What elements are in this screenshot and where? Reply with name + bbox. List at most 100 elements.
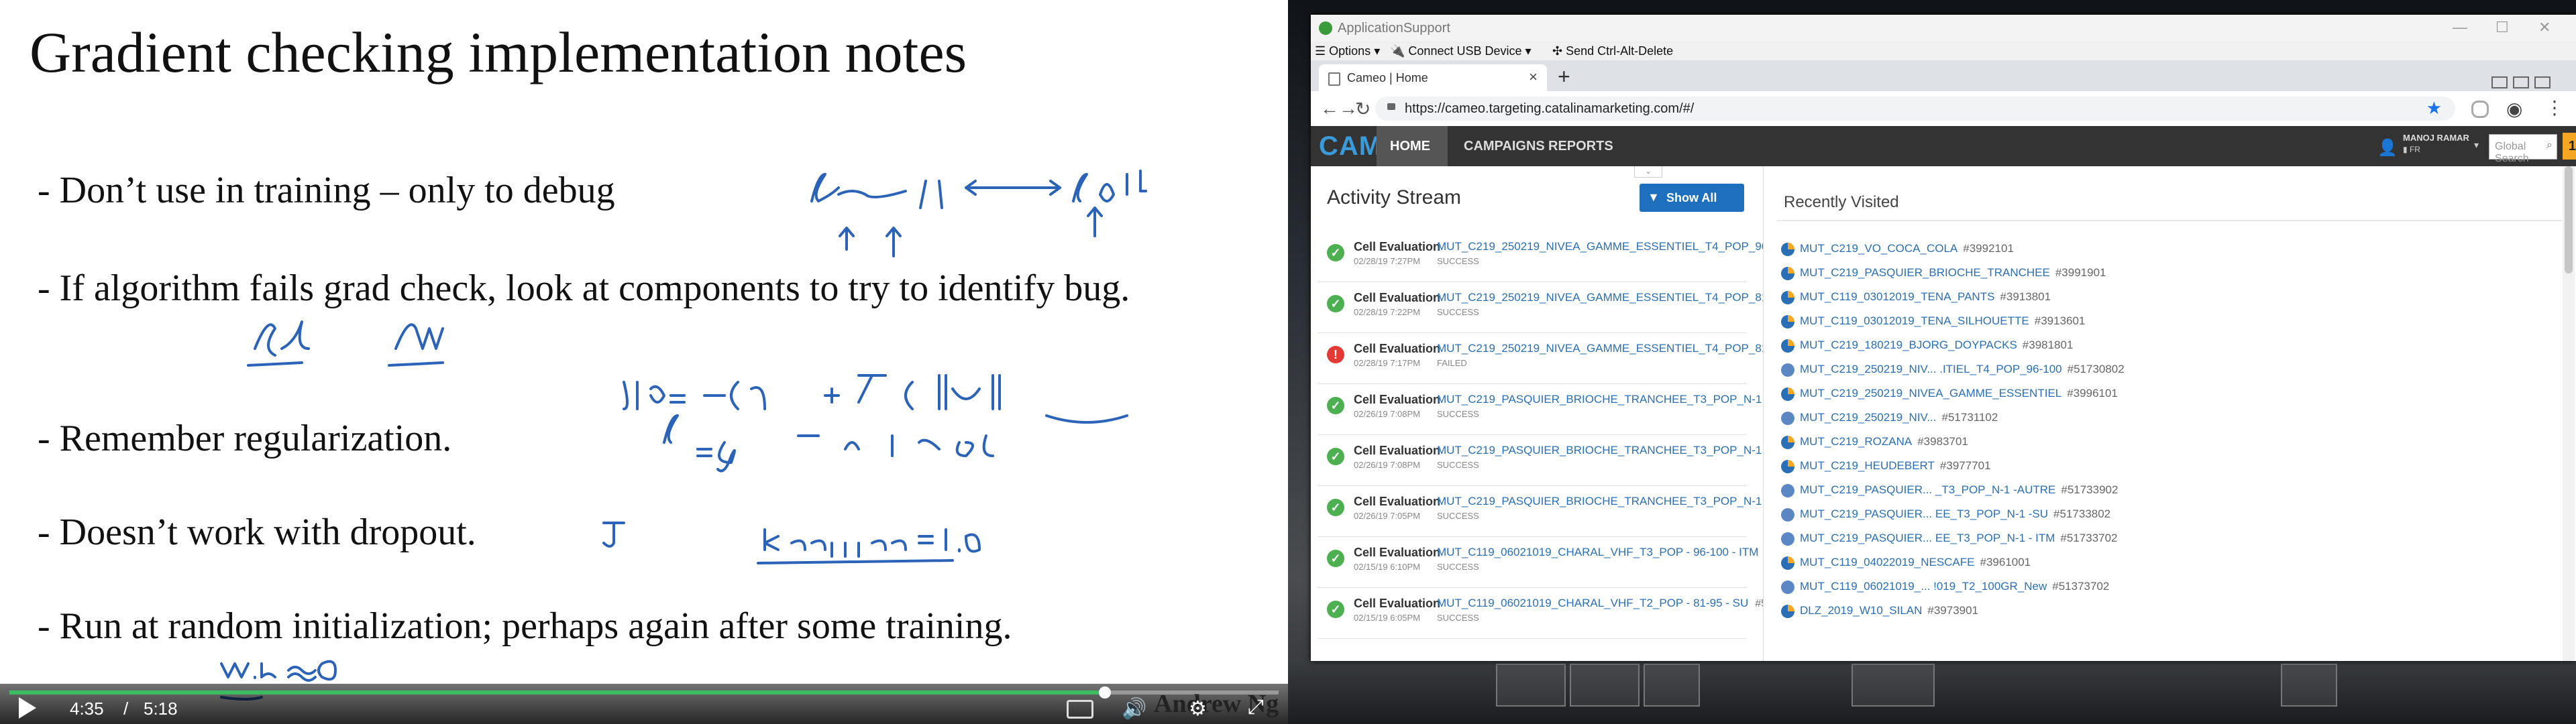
- profile-icon[interactable]: ◉: [2506, 98, 2522, 120]
- activity-row[interactable]: ✓ Cell Evaluation MUT_C219_PASQUIER_BRIOCH…: [1318, 385, 1852, 435]
- menu-send-cad[interactable]: ✣ Send Ctrl-Alt-Delete: [1552, 44, 1673, 58]
- recent-item-label[interactable]: MUT_C219_PASQUIER... _T3_POP_N-1 -AUTRE #…: [1800, 483, 2118, 497]
- taskbar-thumbnail[interactable]: [1644, 664, 1700, 707]
- chevron-down-icon[interactable]: ▾: [2474, 139, 2479, 151]
- recent-item-label[interactable]: MUT_C219_ROZANA #3983701: [1800, 435, 1968, 448]
- chevron-down-icon[interactable]: ⌄: [1634, 166, 1662, 178]
- close-icon[interactable]: ✕: [2538, 19, 2551, 36]
- nav-home[interactable]: HOME: [1377, 126, 1448, 166]
- recent-name[interactable]: MUT_C219_250219_NIV...: [1800, 411, 1937, 424]
- activity-row[interactable]: ! Cell Evaluation MUT_C219_250219_NIVEA_GA…: [1318, 334, 1844, 384]
- notification-badge[interactable]: 10: [2563, 133, 2576, 160]
- recent-item-label[interactable]: MUT_C219_250219_NIV... .ITIEL_T4_POP_96-…: [1800, 363, 2125, 376]
- activity-name[interactable]: MUT_C219_PASQUIER_BRIOCHE_TRANCHEE_T3_PO…: [1437, 444, 1784, 457]
- recent-name[interactable]: MUT_C219_HEUDEBERT: [1800, 459, 1935, 472]
- recent-name[interactable]: MUT_C219_180219_BJORG_DOYPACKS: [1800, 339, 2017, 351]
- activity-row[interactable]: ✓ Cell Evaluation MUT_C219_PASQUIER_BRIOCH…: [1318, 487, 1868, 537]
- minimize-icon[interactable]: —: [2453, 19, 2467, 36]
- scrollbar-thumb[interactable]: [2565, 166, 2573, 274]
- recent-name[interactable]: MUT_C119_03012019_TENA_SILHOUETTE: [1800, 314, 2029, 327]
- recent-item-label[interactable]: MUT_C219_250219_NIVEA_GAMME_ESSENTIEL #39…: [1800, 387, 2118, 400]
- recent-name[interactable]: MUT_C119_06021019_... !019_T2_100GR_New: [1800, 580, 2047, 593]
- mini-restore-icon[interactable]: [2513, 76, 2529, 88]
- activity-name[interactable]: MUT_C219_PASQUIER_BRIOCHE_TRANCHEE_T3_PO…: [1437, 495, 1807, 507]
- activity-row[interactable]: ✓ Cell Evaluation MUT_C119_06021019_CHARAL…: [1318, 538, 1818, 588]
- activity-type: Cell Evaluation: [1354, 342, 1441, 355]
- activity-name[interactable]: MUT_C219_PASQUIER_BRIOCHE_TRANCHEE_T3_PO…: [1437, 393, 1792, 406]
- nav-reports[interactable]: REPORTS: [1535, 126, 1627, 166]
- tab-cameo-home[interactable]: Cameo | Home ×: [1319, 64, 1547, 91]
- activity-row[interactable]: ✓ Cell Evaluation MUT_C219_250219_NIVEA_GA…: [1318, 283, 1844, 333]
- taskbar-thumbnail[interactable]: [1570, 664, 1640, 707]
- activity-row[interactable]: ✓ Cell Evaluation MUT_C219_250219_NIVEA_GA…: [1318, 232, 1851, 282]
- tab-close-icon[interactable]: ×: [1529, 68, 1538, 86]
- recent-item-label[interactable]: MUT_C219_PASQUIER... EE_T3_POP_N-1 - ITM…: [1800, 532, 2118, 545]
- mini-minimize-icon[interactable]: [2491, 76, 2508, 88]
- menu-options[interactable]: ☰ Options ▾: [1315, 44, 1380, 58]
- activity-link[interactable]: MUT_C119_06021019_CHARAL_VHF_T2_POP - 81…: [1437, 597, 1808, 610]
- address-bar: ← → ↻ https://cameo.targeting.catalinama…: [1311, 91, 2576, 127]
- activity-link[interactable]: MUT_C119_06021019_CHARAL_VHF_T3_POP - 96…: [1437, 546, 1818, 559]
- recent-name[interactable]: MUT_C119_04022019_NESCAFE: [1800, 556, 1975, 568]
- search-icon[interactable]: ⌕: [2546, 139, 2553, 152]
- settings-gear-icon[interactable]: ⚙: [1189, 697, 1207, 721]
- play-button[interactable]: [19, 697, 36, 719]
- new-tab-button[interactable]: +: [1558, 64, 1570, 89]
- recent-item-label[interactable]: MUT_C219_180219_BJORG_DOYPACKS #3981801: [1800, 339, 2073, 352]
- user-name[interactable]: MANOJ RAMAR: [2403, 133, 2469, 143]
- recent-name[interactable]: MUT_C219_VO_COCA_COLA: [1800, 242, 1957, 255]
- recent-name[interactable]: DLZ_2019_W10_SILAN: [1800, 604, 1922, 617]
- recent-item-label[interactable]: MUT_C119_03012019_TENA_PANTS #3913801: [1800, 290, 2051, 304]
- recent-item-label[interactable]: MUT_C119_04022019_NESCAFE #3961001: [1800, 556, 2031, 569]
- menu-connect-usb[interactable]: 🔌 Connect USB Device ▾: [1390, 44, 1532, 58]
- activity-row[interactable]: ✓ Cell Evaluation MUT_C219_PASQUIER_BRIOCH…: [1318, 436, 1845, 486]
- mini-close-icon[interactable]: [2534, 76, 2551, 88]
- scrollbar[interactable]: [2563, 166, 2575, 661]
- recent-item-label[interactable]: MUT_C219_PASQUIER_BRIOCHE_TRANCHEE #39919…: [1800, 266, 2106, 280]
- global-search-input[interactable]: Global Search ⌕: [2489, 134, 2557, 164]
- progress-handle[interactable]: [1098, 686, 1111, 699]
- recent-item-label[interactable]: MUT_C219_VO_COCA_COLA #3992101: [1800, 242, 2014, 255]
- progress-bar[interactable]: [9, 686, 1279, 699]
- recent-name[interactable]: MUT_C219_250219_NIVEA_GAMME_ESSENTIEL: [1800, 387, 2061, 400]
- reload-icon[interactable]: ↻: [1355, 98, 1371, 120]
- activity-row[interactable]: ✓ Cell Evaluation MUT_C119_06021019_CHARAL…: [1318, 589, 1808, 639]
- activity-name[interactable]: MUT_C219_250219_NIVEA_GAMME_ESSENTIEL_T4…: [1437, 342, 1784, 355]
- recent-item-label[interactable]: MUT_C219_250219_NIV... #51731102: [1800, 411, 1998, 424]
- recent-name[interactable]: MUT_C219_ROZANA: [1800, 435, 1912, 448]
- recent-item-label[interactable]: DLZ_2019_W10_SILAN #3973901: [1800, 604, 1978, 617]
- recent-name[interactable]: MUT_C219_250219_NIV... .ITIEL_T4_POP_96-…: [1800, 363, 2062, 375]
- captions-icon[interactable]: [1067, 700, 1093, 719]
- activity-date: 02/26/19 7:05PM: [1354, 511, 1421, 521]
- activity-name[interactable]: MUT_C119_06021019_CHARAL_VHF_T3_POP - 96…: [1437, 546, 1758, 558]
- taskbar-thumbnail[interactable]: [2281, 664, 2337, 707]
- recent-name[interactable]: MUT_C219_PASQUIER... _T3_POP_N-1 -AUTRE: [1800, 483, 2055, 496]
- recent-name[interactable]: MUT_C219_PASQUIER... EE_T3_POP_N-1 - ITM: [1800, 532, 2055, 544]
- recent-item-label[interactable]: MUT_C119_03012019_TENA_SILHOUETTE #391360…: [1800, 314, 2085, 328]
- recent-item-label[interactable]: MUT_C219_PASQUIER... EE_T3_POP_N-1 -SU #5…: [1800, 507, 2110, 521]
- success-check-icon: ✓: [1327, 397, 1344, 414]
- url-input[interactable]: https://cameo.targeting.catalinamarketin…: [1375, 97, 2455, 121]
- taskbar-thumbnail[interactable]: [1496, 664, 1566, 707]
- back-icon[interactable]: ←: [1320, 98, 1339, 119]
- recent-name[interactable]: MUT_C219_PASQUIER_BRIOCHE_TRANCHEE: [1800, 266, 2050, 279]
- bookmark-star-icon[interactable]: ★: [2426, 98, 2442, 119]
- activity-name[interactable]: MUT_C219_250219_NIVEA_GAMME_ESSENTIEL_T4…: [1437, 291, 1784, 304]
- show-all-button[interactable]: ▼ Show All: [1640, 184, 1744, 212]
- fullscreen-icon[interactable]: ⤢: [1248, 696, 1264, 719]
- volume-icon[interactable]: 🔊: [1122, 697, 1146, 721]
- window-titlebar[interactable]: ApplicationSupport — ☐ ✕: [1311, 15, 2576, 42]
- maximize-icon[interactable]: ☐: [2496, 19, 2509, 36]
- activity-name[interactable]: MUT_C219_250219_NIVEA_GAMME_ESSENTIEL_T4…: [1437, 240, 1790, 253]
- taskbar-thumbnail[interactable]: [1851, 664, 1935, 707]
- recent-id: #3913601: [2034, 314, 2086, 327]
- recent-item-label[interactable]: MUT_C119_06021019_... !019_T2_100GR_New #…: [1800, 580, 2109, 593]
- recent-name[interactable]: MUT_C119_03012019_TENA_PANTS: [1800, 290, 1994, 303]
- browser-menu-icon[interactable]: ⋮: [2545, 97, 2564, 119]
- user-avatar-icon[interactable]: 👤: [2377, 138, 2398, 158]
- extension-icon[interactable]: [2471, 101, 2489, 118]
- recent-item-label[interactable]: MUT_C219_HEUDEBERT #3977701: [1800, 459, 1991, 473]
- video-player[interactable]: Gradient checking implementation notes -…: [0, 0, 1288, 724]
- activity-name[interactable]: MUT_C119_06021019_CHARAL_VHF_T2_POP - 81…: [1437, 597, 1748, 609]
- recent-name[interactable]: MUT_C219_PASQUIER... EE_T3_POP_N-1 -SU: [1800, 507, 2048, 520]
